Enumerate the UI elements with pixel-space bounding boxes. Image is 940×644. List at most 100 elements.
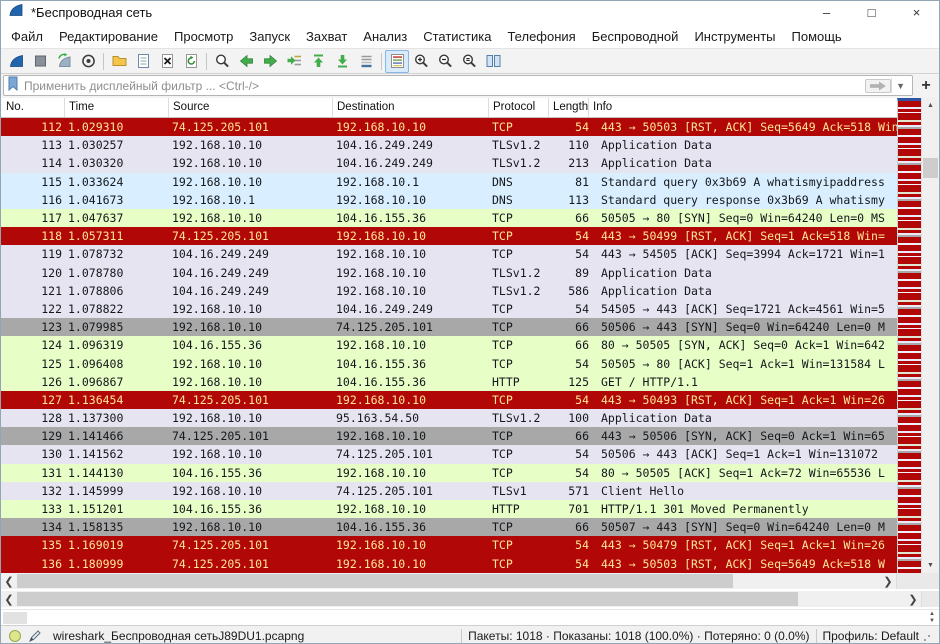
reload-file-icon[interactable] (179, 50, 203, 73)
column-header-info[interactable]: Info (589, 98, 897, 117)
packet-row[interactable]: 1261.096867192.168.10.10104.16.155.36HTT… (1, 373, 897, 391)
go-bottom-icon[interactable] (330, 50, 354, 73)
packet-row[interactable]: 1291.14146674.125.205.101192.168.10.10TC… (1, 427, 897, 445)
packet-row[interactable]: 1191.078732104.16.249.249192.168.10.10TC… (1, 245, 897, 263)
packet-row[interactable]: 1171.047637192.168.10.10104.16.155.36TCP… (1, 209, 897, 227)
resize-grip[interactable] (923, 628, 935, 644)
close-button[interactable]: × (894, 1, 939, 24)
menu-item-9[interactable]: Инструменты (686, 26, 783, 47)
scroll-right-icon[interactable]: ❯ (880, 573, 896, 589)
scroll-left-icon[interactable]: ❮ (1, 591, 17, 607)
close-file-icon[interactable] (155, 50, 179, 73)
expert-info-icon[interactable] (5, 627, 25, 644)
column-header-length[interactable]: Length (549, 98, 589, 117)
packet-row[interactable]: 1341.158135192.168.10.10104.16.155.36TCP… (1, 518, 897, 536)
packet-cell-src: 192.168.10.10 (169, 320, 333, 334)
minimize-button[interactable]: – (804, 1, 849, 24)
start-capture-icon[interactable] (4, 50, 28, 73)
go-top-icon[interactable] (306, 50, 330, 73)
hscrollbar-thumb[interactable] (17, 592, 798, 606)
hscrollbar-thumb[interactable] (17, 574, 733, 588)
packet-row[interactable]: 1321.145999192.168.10.1074.125.205.101TL… (1, 482, 897, 500)
go-to-packet-icon[interactable] (282, 50, 306, 73)
menu-item-8[interactable]: Беспроводной (584, 26, 687, 47)
capture-comment-icon[interactable] (25, 627, 45, 644)
vertical-scrollbar-thumb[interactable] (923, 158, 938, 178)
menu-item-4[interactable]: Захват (298, 26, 355, 47)
packet-minimap[interactable] (897, 98, 921, 573)
find-packet-icon[interactable] (210, 50, 234, 73)
packet-list-hscrollbar[interactable]: ❮ ❯ (1, 573, 939, 589)
go-forward-icon[interactable] (258, 50, 282, 73)
packet-row[interactable]: 1181.05731174.125.205.101192.168.10.10TC… (1, 227, 897, 245)
colorize-packets-icon[interactable] (385, 50, 409, 73)
profile-label[interactable]: Профиль: Default (823, 629, 920, 643)
filter-add-button[interactable]: + (916, 75, 936, 96)
menu-item-3[interactable]: Запуск (241, 26, 298, 47)
column-header-time[interactable]: Time (65, 98, 169, 117)
menu-item-5[interactable]: Анализ (355, 26, 415, 47)
capture-options-icon[interactable] (76, 50, 100, 73)
resize-columns-icon[interactable] (481, 50, 505, 73)
menu-item-2[interactable]: Просмотр (166, 26, 241, 47)
packet-row[interactable]: 1331.151201104.16.155.36192.168.10.10HTT… (1, 500, 897, 518)
packet-row[interactable]: 1121.02931074.125.205.101192.168.10.10TC… (1, 118, 897, 136)
packet-cell-proto: HTTP (489, 375, 549, 389)
mini-scroll-arrows-icon[interactable]: ▲▼ (929, 610, 935, 625)
menu-item-1[interactable]: Редактирование (51, 26, 166, 47)
detail-pane-hscrollbar[interactable]: ❮ ❯ (1, 591, 939, 607)
packet-row[interactable]: 1211.078806104.16.249.249192.168.10.10TL… (1, 282, 897, 300)
packet-row[interactable]: 1241.096319104.16.155.36192.168.10.10TCP… (1, 336, 897, 354)
column-header-protocol[interactable]: Protocol (489, 98, 549, 117)
packet-row[interactable]: 1231.079985192.168.10.1074.125.205.101TC… (1, 318, 897, 336)
scroll-right-icon[interactable]: ❯ (905, 591, 921, 607)
open-file-icon[interactable] (107, 50, 131, 73)
scroll-left-icon[interactable]: ❮ (1, 573, 17, 589)
packet-row[interactable]: 1131.030257192.168.10.10104.16.249.249TL… (1, 136, 897, 154)
packet-row[interactable]: 1251.096408192.168.10.10104.16.155.36TCP… (1, 354, 897, 372)
packet-cell-info: Standard query response 0x3b69 A whatism… (589, 193, 897, 207)
packet-row[interactable]: 1301.141562192.168.10.1074.125.205.101TC… (1, 445, 897, 463)
zoom-out-icon[interactable] (433, 50, 457, 73)
packet-cell-dst: 104.16.249.249 (333, 138, 489, 152)
capture-filename: wireshark_Беспроводная сетьJ89DU1.pcapng (53, 629, 455, 643)
restart-capture-icon[interactable] (52, 50, 76, 73)
hscrollbar-thumb[interactable] (3, 612, 27, 624)
menu-item-7[interactable]: Телефония (499, 26, 583, 47)
packet-row[interactable]: 1271.13645474.125.205.101192.168.10.10TC… (1, 391, 897, 409)
packet-row[interactable]: 1151.033624192.168.10.10192.168.10.1DNS8… (1, 173, 897, 191)
packet-row[interactable]: 1281.137300192.168.10.1095.163.54.50TLSv… (1, 409, 897, 427)
packet-cell-time: 1.078806 (65, 284, 169, 298)
packet-row[interactable]: 1351.16901974.125.205.101192.168.10.10TC… (1, 536, 897, 554)
menu-item-0[interactable]: Файл (3, 26, 51, 47)
zoom-original-icon[interactable] (457, 50, 481, 73)
scroll-up-icon[interactable]: ▲ (922, 98, 939, 113)
maximize-button[interactable]: □ (849, 1, 894, 24)
menu-item-6[interactable]: Статистика (415, 26, 499, 47)
filter-dropdown-caret[interactable]: ▼ (891, 78, 909, 93)
go-back-icon[interactable] (234, 50, 258, 73)
zoom-in-icon[interactable] (409, 50, 433, 73)
packet-cell-info: 50505 → 80 [ACK] Seq=1 Ack=1 Win=131584 … (589, 357, 897, 371)
packet-cell-time: 1.169019 (65, 538, 169, 552)
vertical-scrollbar[interactable]: ▲ ▼ (921, 98, 939, 573)
packet-row[interactable]: 1141.030320192.168.10.10104.16.249.249TL… (1, 154, 897, 172)
packet-row[interactable]: 1201.078780104.16.249.249192.168.10.10TL… (1, 264, 897, 282)
packet-row[interactable]: 1221.078822192.168.10.10104.16.249.249TC… (1, 300, 897, 318)
packet-row[interactable]: 1311.144130104.16.155.36192.168.10.10TCP… (1, 464, 897, 482)
column-header-source[interactable]: Source (169, 98, 333, 117)
auto-scroll-icon[interactable] (354, 50, 378, 73)
packet-row[interactable]: 1361.18099974.125.205.101192.168.10.10TC… (1, 555, 897, 573)
filter-apply-button[interactable] (865, 79, 891, 93)
scroll-down-icon[interactable]: ▼ (922, 558, 939, 573)
bookmark-icon[interactable] (7, 76, 19, 96)
column-header-destination[interactable]: Destination (333, 98, 489, 117)
column-header-no[interactable]: No. (1, 98, 65, 117)
collapsed-pane-scrollbar[interactable]: ▲▼ (1, 609, 939, 625)
packet-row[interactable]: 1161.041673192.168.10.1192.168.10.10DNS1… (1, 191, 897, 209)
stop-capture-icon[interactable] (28, 50, 52, 73)
display-filter-input[interactable]: Применить дисплейный фильтр ... <Ctrl-/>… (3, 75, 913, 96)
menu-item-10[interactable]: Помощь (784, 26, 850, 47)
save-file-icon[interactable] (131, 50, 155, 73)
packet-cell-time: 1.096408 (65, 357, 169, 371)
